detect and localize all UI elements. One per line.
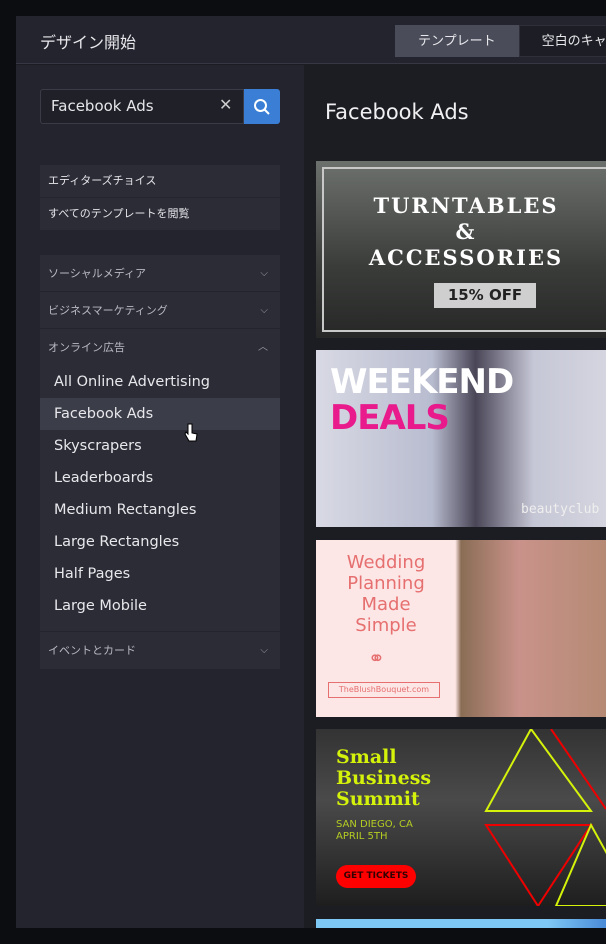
design-start-window: デザイン開始 テンプレート 空白のキャンバス Facebook Ads ✕ エデ… <box>16 16 606 928</box>
template-text: April 5th <box>336 831 388 842</box>
chevron-down-icon: ⌵ <box>260 305 268 316</box>
chevron-down-icon: ⌵ <box>260 645 268 656</box>
search-icon <box>254 98 270 115</box>
template-card-turntables[interactable]: TURNTABLES & ACCESSORIES 15% OFF <box>316 161 606 338</box>
tabs: テンプレート 空白のキャンバス <box>395 25 606 57</box>
category-label: ソーシャルメディア <box>48 267 147 280</box>
template-text: WEEKEND <box>330 362 514 402</box>
category-block: ソーシャルメディア ⌵ ビジネスマーケティング ⌵ オンライン広告 ︿ All Onl… <box>40 255 280 669</box>
sidebar-item-facebook-ads[interactable]: Facebook Ads <box>40 398 280 430</box>
menu-browse-all[interactable]: すべてのテンプレートを閲覧 <box>40 198 280 231</box>
template-badge: 15% OFF <box>434 283 536 308</box>
template-text: TheBlushBouquet.com <box>328 682 440 698</box>
template-text: Business <box>336 767 432 789</box>
sidebar-item-leaderboards[interactable]: Leaderboards <box>40 462 280 494</box>
sidebar-item-half-pages[interactable]: Half Pages <box>40 558 280 590</box>
page-title: Facebook Ads <box>325 100 469 124</box>
sidebar-item-large-rectangles[interactable]: Large Rectangles <box>40 526 280 558</box>
tab-templates[interactable]: テンプレート <box>395 25 519 57</box>
category-label: オンライン広告 <box>48 341 125 354</box>
template-text: DEALS <box>330 398 450 438</box>
template-text: Small <box>336 746 397 768</box>
template-text: TURNTABLES <box>373 193 559 218</box>
template-text: beautyclub <box>521 502 600 517</box>
sidebar-item-medium-rectangles[interactable]: Medium Rectangles <box>40 494 280 526</box>
category-events-cards[interactable]: イベントとカード ⌵ <box>40 632 280 669</box>
mouse-cursor-icon <box>184 423 198 442</box>
chevron-up-icon: ︿ <box>258 342 268 353</box>
template-text: Summit <box>336 788 420 810</box>
triangles-decoration <box>484 729 606 906</box>
search-button[interactable] <box>244 89 280 124</box>
header: デザイン開始 テンプレート 空白のキャンバス <box>16 16 606 64</box>
tab-blank-canvas[interactable]: 空白のキャンバス <box>518 25 606 57</box>
template-card-partial[interactable] <box>316 919 606 928</box>
menu-block: エディターズチョイス すべてのテンプレートを閲覧 <box>40 165 280 231</box>
template-card-wedding[interactable]: Wedding Planning Made Simple ⚭ TheBlushB… <box>316 540 606 717</box>
menu-editors-choice[interactable]: エディターズチョイス <box>40 165 280 198</box>
category-social-media[interactable]: ソーシャルメディア ⌵ <box>40 255 280 292</box>
chevron-down-icon: ⌵ <box>260 268 268 279</box>
template-text: ACCESSORIES <box>368 245 564 270</box>
close-icon[interactable]: ✕ <box>219 95 232 114</box>
template-text: San Diego, CA <box>336 819 413 830</box>
template-card-weekend-deals[interactable]: WEEKEND DEALS beautyclub <box>316 350 606 527</box>
template-button: GET TICKETS <box>336 865 416 888</box>
rings-icon: ⚭ <box>368 646 385 670</box>
category-label: ビジネスマーケティング <box>48 304 168 317</box>
template-text: Made <box>361 594 411 615</box>
sidebar-item-large-mobile[interactable]: Large Mobile <box>40 590 280 622</box>
template-text: Planning <box>347 573 425 594</box>
category-online-ads[interactable]: オンライン広告 ︿ <box>40 329 280 366</box>
sidebar: Facebook Ads ✕ エディターズチョイス すべてのテンプレートを閲覧 … <box>16 65 304 928</box>
template-text: Simple <box>355 615 417 636</box>
window-title: デザイン開始 <box>40 33 137 52</box>
search-input[interactable]: Facebook Ads <box>40 89 244 124</box>
category-business-marketing[interactable]: ビジネスマーケティング ⌵ <box>40 292 280 329</box>
template-text: & <box>455 219 477 244</box>
template-card-business-summit[interactable]: Small Business Summit San Diego, CA Apri… <box>316 729 606 906</box>
sidebar-item-skyscrapers[interactable]: Skyscrapers <box>40 430 280 462</box>
template-text: Wedding <box>346 552 426 573</box>
category-label: イベントとカード <box>48 644 136 657</box>
sidebar-item-all-online-advertising[interactable]: All Online Advertising <box>40 366 280 398</box>
